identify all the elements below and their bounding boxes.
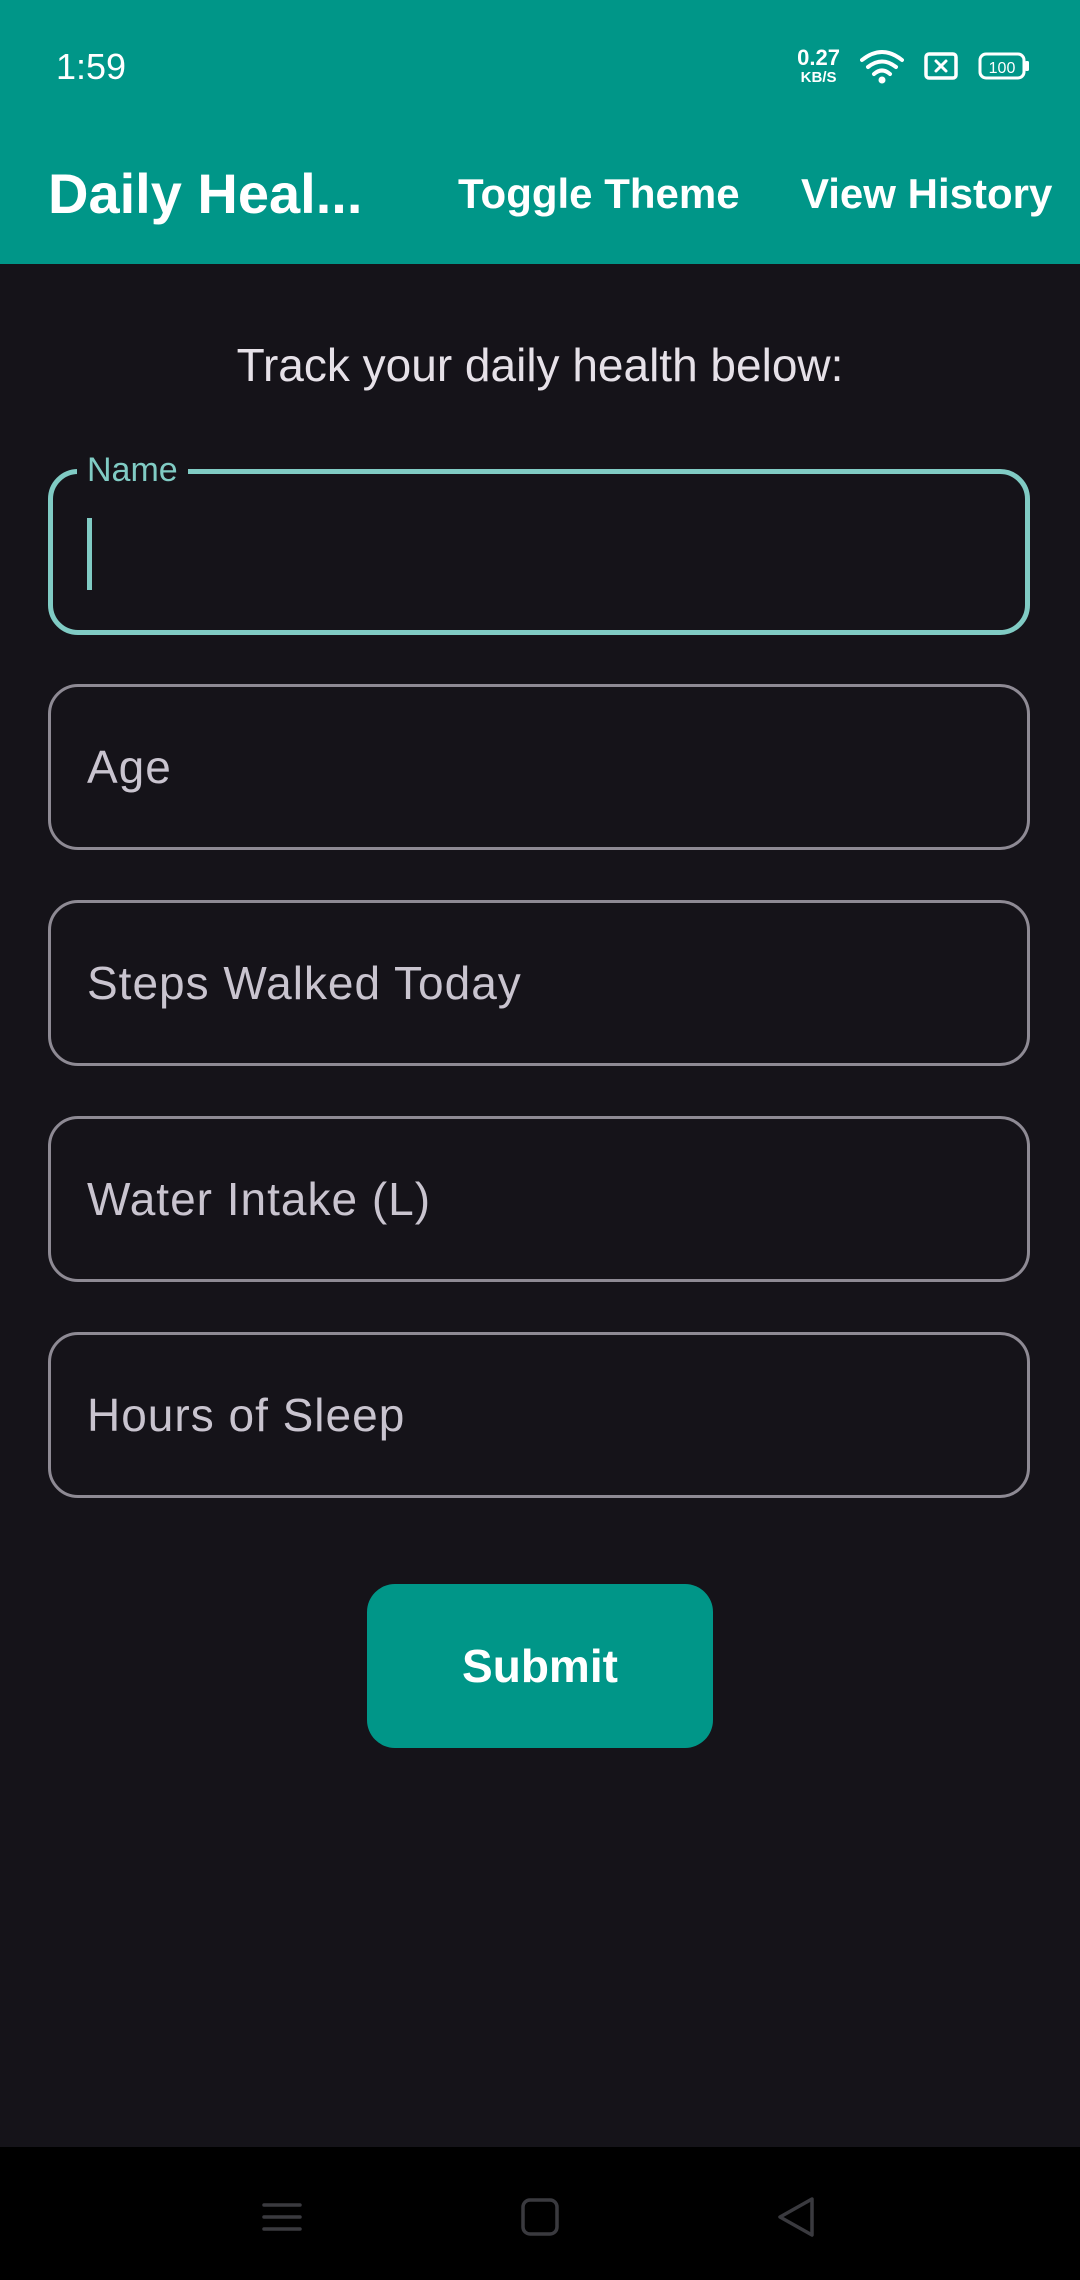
network-speed-value: 0.27: [797, 45, 840, 70]
status-icons: 0.27 KB/S 100: [797, 42, 1030, 90]
sleep-hours-field-placeholder: Hours of Sleep: [87, 1389, 406, 1441]
steps-field[interactable]: Steps Walked Today: [48, 900, 1030, 1066]
status-time: 1:59: [56, 46, 127, 87]
toggle-theme-button[interactable]: Toggle Theme: [458, 154, 740, 234]
home-icon[interactable]: [500, 2177, 580, 2257]
water-intake-field[interactable]: Water Intake (L): [48, 1116, 1030, 1282]
battery-icon: 100: [978, 51, 1030, 81]
menu-icon[interactable]: [242, 2177, 322, 2257]
battery-level: 100: [989, 60, 1016, 77]
app-bar: Daily Heal... Toggle Theme View History: [0, 134, 1080, 264]
view-history-button[interactable]: View History: [801, 154, 1052, 234]
water-intake-field-placeholder: Water Intake (L): [87, 1173, 432, 1225]
network-speed: 0.27 KB/S: [797, 45, 840, 86]
name-field-label: Name: [77, 448, 188, 492]
text-cursor: [87, 518, 92, 590]
name-field[interactable]: Name: [48, 448, 1030, 635]
status-bar: 1:59 0.27 KB/S 100: [0, 0, 1080, 134]
network-speed-unit: KB/S: [800, 69, 837, 86]
steps-field-placeholder: Steps Walked Today: [87, 957, 522, 1009]
back-icon[interactable]: [756, 2177, 836, 2257]
submit-button[interactable]: Submit: [367, 1584, 713, 1748]
wifi-icon: [860, 48, 904, 84]
age-field[interactable]: Age: [48, 684, 1030, 850]
age-field-placeholder: Age: [87, 741, 172, 793]
app-title: Daily Heal...: [48, 162, 363, 225]
sim-icon: [924, 51, 958, 81]
system-nav-bar: [0, 2147, 1080, 2280]
sleep-hours-field[interactable]: Hours of Sleep: [48, 1332, 1030, 1498]
page-subtitle: Track your daily health below:: [236, 339, 844, 391]
